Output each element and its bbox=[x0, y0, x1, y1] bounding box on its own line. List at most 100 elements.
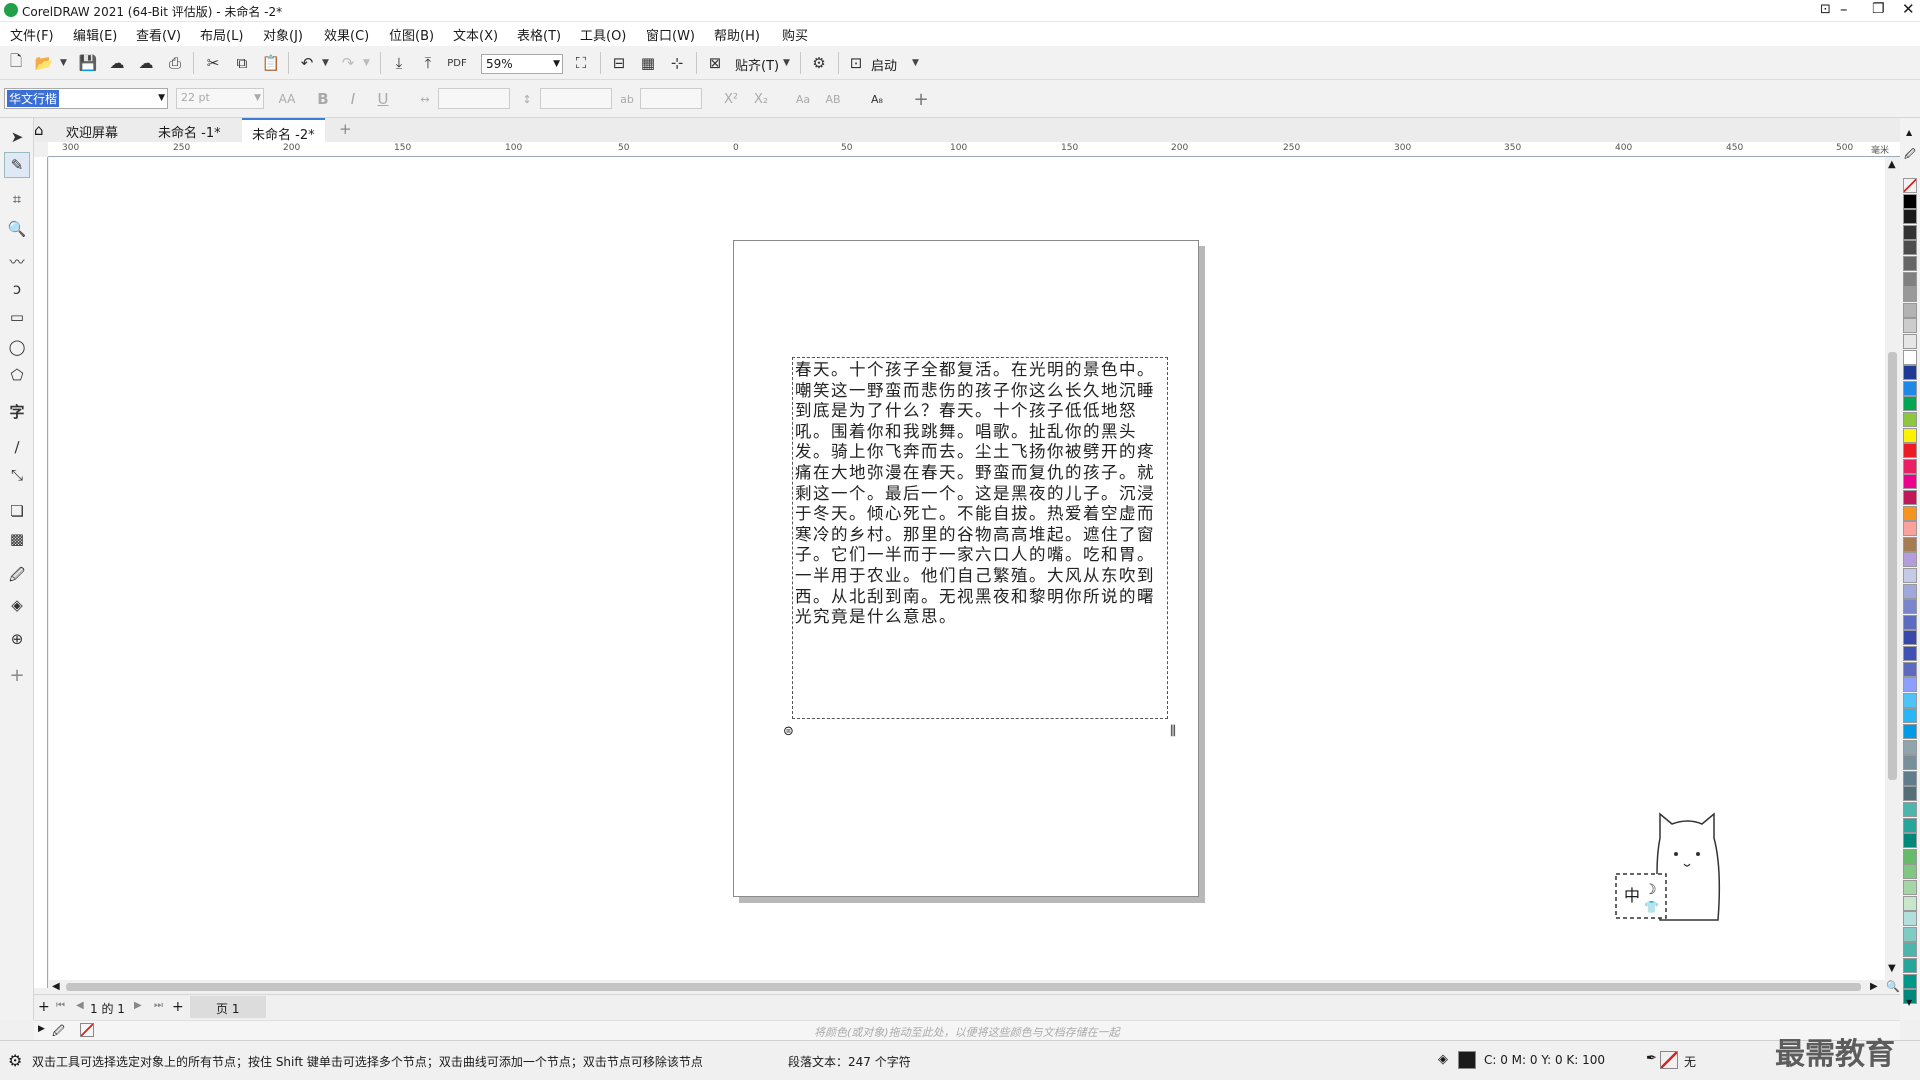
page-tab-1[interactable]: 页 1 bbox=[190, 996, 266, 1018]
restore-icon[interactable]: ❐ bbox=[1872, 1, 1885, 17]
palette-scroll-down-icon[interactable]: ▼ bbox=[1906, 998, 1912, 1007]
menu-effects[interactable]: 效果(C) bbox=[324, 25, 369, 44]
font-size-select[interactable]: 22 pt ▼ bbox=[176, 88, 264, 109]
zoom-tool-icon[interactable]: 🔍 bbox=[4, 216, 30, 242]
undo-icon[interactable]: ↶ bbox=[294, 50, 320, 76]
copy-icon[interactable]: ⧉ bbox=[229, 50, 255, 76]
snap-to-dropdown[interactable]: 贴齐(T) bbox=[735, 55, 779, 74]
grid-icon[interactable]: ▦ bbox=[635, 50, 661, 76]
interactive-fill-tool-icon[interactable]: ◈ bbox=[4, 592, 30, 618]
vertical-scrollbar[interactable]: ▲ ▼ bbox=[1885, 157, 1900, 980]
palette-color-swatch[interactable] bbox=[1903, 505, 1917, 521]
launch-dropdown-icon[interactable]: ▼ bbox=[912, 58, 919, 68]
fill-indicator-icon[interactable]: ◈ bbox=[1438, 1052, 1448, 1067]
palette-color-swatch[interactable] bbox=[1903, 209, 1917, 225]
palette-color-swatch[interactable] bbox=[1903, 911, 1917, 927]
menu-help[interactable]: 帮助(H) bbox=[714, 25, 760, 44]
tab-welcome-screen[interactable]: 欢迎屏幕 bbox=[56, 118, 128, 142]
palette-color-swatch[interactable] bbox=[1903, 724, 1917, 739]
palette-eyedropper-icon[interactable]: 🖉 bbox=[1904, 146, 1916, 165]
tab-untitled-2[interactable]: 未命名 -2* bbox=[242, 118, 325, 143]
palette-color-swatch[interactable] bbox=[1903, 365, 1917, 381]
font-dropdown-icon[interactable]: ▼ bbox=[158, 93, 165, 103]
menu-table[interactable]: 表格(T) bbox=[517, 25, 561, 44]
palette-color-swatch[interactable] bbox=[1903, 568, 1917, 583]
vertical-ruler[interactable] bbox=[34, 157, 48, 988]
guidelines-icon[interactable]: ⊹ bbox=[664, 50, 690, 76]
scroll-left-icon[interactable]: ◀ bbox=[52, 981, 60, 992]
palette-color-swatch[interactable] bbox=[1903, 287, 1917, 303]
ime-mode-label[interactable]: 中 bbox=[1624, 882, 1640, 906]
dimension-tool-icon[interactable]: ∕ bbox=[4, 434, 30, 460]
pick-tool-icon[interactable]: ➤ bbox=[4, 124, 30, 150]
scroll-up-icon[interactable]: ▲ bbox=[1888, 159, 1896, 170]
crop-tool-icon[interactable]: ⌗ bbox=[4, 186, 30, 212]
line-spacing-icon[interactable]: ↕ bbox=[514, 86, 540, 112]
document-palette[interactable]: ▶ 🖉 将颜色(或对象)拖动至此处，以便将这些颜色与文档存储在一起 bbox=[34, 1020, 1900, 1040]
palette-color-swatch[interactable] bbox=[1903, 973, 1917, 989]
font-size-dropdown-icon[interactable]: ▼ bbox=[254, 93, 261, 103]
next-page-icon[interactable]: ▶ bbox=[134, 1000, 142, 1011]
freehand-tool-icon[interactable]: 〰 bbox=[4, 248, 30, 274]
palette-color-swatch[interactable] bbox=[1903, 802, 1917, 817]
menu-window[interactable]: 窗口(W) bbox=[646, 25, 695, 44]
cloud-upload-icon[interactable]: ☁ bbox=[133, 50, 159, 76]
eyedropper-tool-icon[interactable]: 🖉 bbox=[4, 564, 30, 590]
transparency-tool-icon[interactable]: ▩ bbox=[4, 526, 30, 552]
palette-color-swatch[interactable] bbox=[1903, 193, 1917, 209]
outline-none-swatch[interactable] bbox=[1660, 1051, 1678, 1069]
palette-color-swatch[interactable] bbox=[1903, 942, 1917, 958]
character-position-icon[interactable]: A₈ bbox=[864, 86, 890, 112]
vertical-scroll-thumb[interactable] bbox=[1888, 352, 1897, 780]
palette-color-swatch[interactable] bbox=[1903, 770, 1917, 786]
palette-color-swatch[interactable] bbox=[1903, 692, 1917, 708]
palette-color-swatch[interactable] bbox=[1903, 302, 1917, 318]
docpal-none-swatch[interactable] bbox=[80, 1023, 94, 1037]
palette-color-swatch[interactable] bbox=[1903, 427, 1917, 443]
menu-buy[interactable]: 购买 bbox=[782, 25, 808, 44]
ime-widget[interactable]: 中 ☽ 👕 bbox=[1610, 808, 1742, 924]
palette-color-swatch[interactable] bbox=[1903, 412, 1917, 427]
redo-icon[interactable]: ↷ bbox=[335, 50, 361, 76]
character-spacing-icon[interactable]: ↔ bbox=[412, 86, 438, 112]
palette-color-swatch[interactable] bbox=[1903, 224, 1917, 240]
palette-color-swatch[interactable] bbox=[1903, 256, 1917, 271]
undo-dropdown-icon[interactable]: ▼ bbox=[322, 58, 329, 68]
menu-object[interactable]: 对象(J) bbox=[263, 25, 303, 44]
cut-icon[interactable]: ✂ bbox=[200, 50, 226, 76]
palette-color-swatch[interactable] bbox=[1903, 755, 1917, 771]
scroll-down-icon[interactable]: ▼ bbox=[1888, 963, 1896, 974]
palette-color-swatch[interactable] bbox=[1903, 630, 1917, 646]
add-property-icon[interactable]: + bbox=[908, 86, 934, 112]
options-gear-icon[interactable]: ⚙ bbox=[806, 50, 832, 76]
docpal-expand-icon[interactable]: ▶ bbox=[38, 1024, 45, 1034]
outline-pen-icon[interactable]: ✒ bbox=[1646, 1051, 1657, 1066]
palette-color-swatch[interactable] bbox=[1903, 895, 1917, 911]
launch-dropdown[interactable]: 启动 bbox=[871, 55, 897, 74]
paragraph-text[interactable]: 春天。十个孩子全都复活。在光明的景色中。嘲笑这一野蛮而悲伤的孩子你这么长久地沉睡… bbox=[795, 360, 1167, 628]
rectangle-tool-icon[interactable]: ▭ bbox=[4, 304, 30, 330]
add-page-after-icon[interactable]: + bbox=[172, 999, 184, 1015]
text-frame-top-handle[interactable]: ⊜ bbox=[783, 724, 794, 739]
palette-color-swatch[interactable] bbox=[1903, 926, 1917, 942]
palette-color-swatch[interactable] bbox=[1903, 380, 1917, 396]
cloud-download-icon[interactable]: ☁ bbox=[104, 50, 130, 76]
home-icon[interactable]: ⌂ bbox=[34, 121, 44, 139]
palette-color-swatch[interactable] bbox=[1903, 536, 1917, 552]
palette-color-swatch[interactable] bbox=[1903, 817, 1917, 833]
font-scale-icon[interactable]: AA bbox=[274, 86, 300, 112]
redo-dropdown-icon[interactable]: ▼ bbox=[363, 58, 370, 68]
text-tool-icon[interactable]: 字 bbox=[4, 398, 30, 424]
font-family-select[interactable]: 华文行楷 ▼ bbox=[4, 88, 168, 109]
palette-color-swatch[interactable] bbox=[1903, 864, 1917, 880]
connector-tool-icon[interactable]: ⤡ bbox=[4, 462, 30, 488]
minimize-icon[interactable]: – bbox=[1840, 0, 1848, 18]
palette-none-swatch[interactable] bbox=[1903, 178, 1917, 193]
palette-color-swatch[interactable] bbox=[1903, 958, 1917, 973]
menu-layout[interactable]: 布局(L) bbox=[200, 25, 243, 44]
smart-fill-tool-icon[interactable]: ⊕ bbox=[4, 626, 30, 652]
zoom-corner-icon[interactable]: 🔍 bbox=[1886, 980, 1900, 993]
italic-icon[interactable]: I bbox=[340, 86, 366, 112]
menu-text[interactable]: 文本(X) bbox=[453, 25, 498, 44]
palette-color-swatch[interactable] bbox=[1903, 458, 1917, 474]
